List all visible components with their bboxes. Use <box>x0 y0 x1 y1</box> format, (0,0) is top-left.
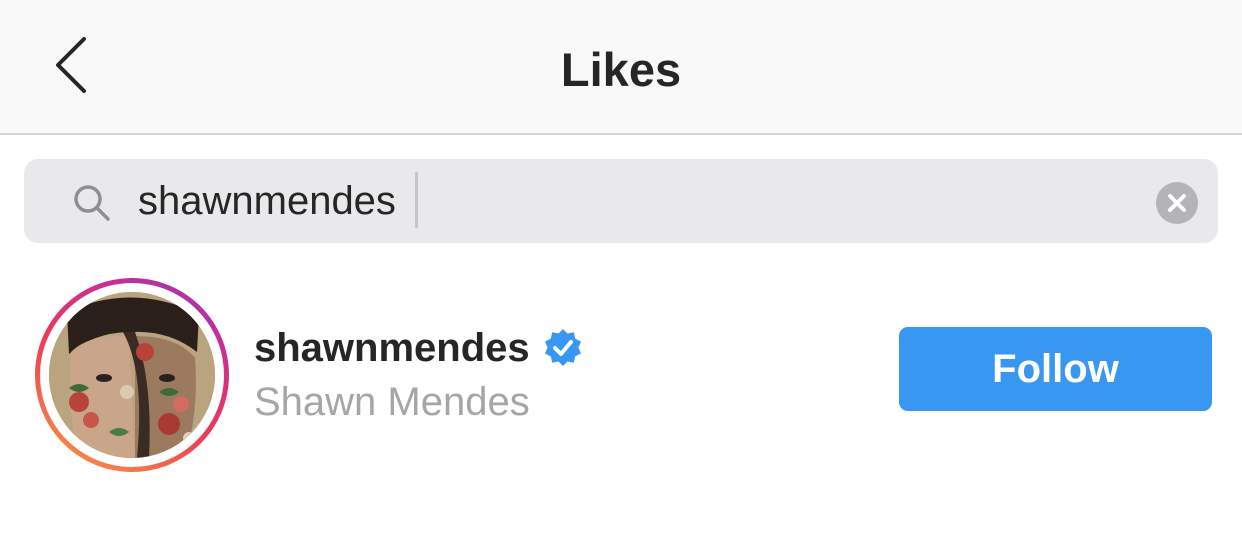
username-line[interactable]: shawnmendes <box>254 322 584 374</box>
story-ring[interactable] <box>35 278 229 472</box>
clear-circle-icon[interactable] <box>1156 182 1198 224</box>
profile-photo <box>49 292 215 458</box>
verified-badge-icon <box>544 329 581 366</box>
full-name: Shawn Mendes <box>254 380 530 424</box>
likes-screen: Likes shawnmendes shawnmendes Shawn Mend… <box>0 0 1242 547</box>
username[interactable]: shawnmendes <box>254 326 530 371</box>
search-icon <box>74 185 110 221</box>
avatar[interactable] <box>49 292 215 458</box>
page-title: Likes <box>560 43 682 96</box>
follow-button[interactable]: Follow <box>899 327 1212 411</box>
text-caret <box>415 172 418 228</box>
search-bar[interactable] <box>24 159 1218 243</box>
nav-header: Likes <box>0 0 1242 135</box>
list-item[interactable]: shawnmendes Shawn Mendes Follow <box>0 270 1242 480</box>
search-input[interactable] <box>138 171 1038 231</box>
